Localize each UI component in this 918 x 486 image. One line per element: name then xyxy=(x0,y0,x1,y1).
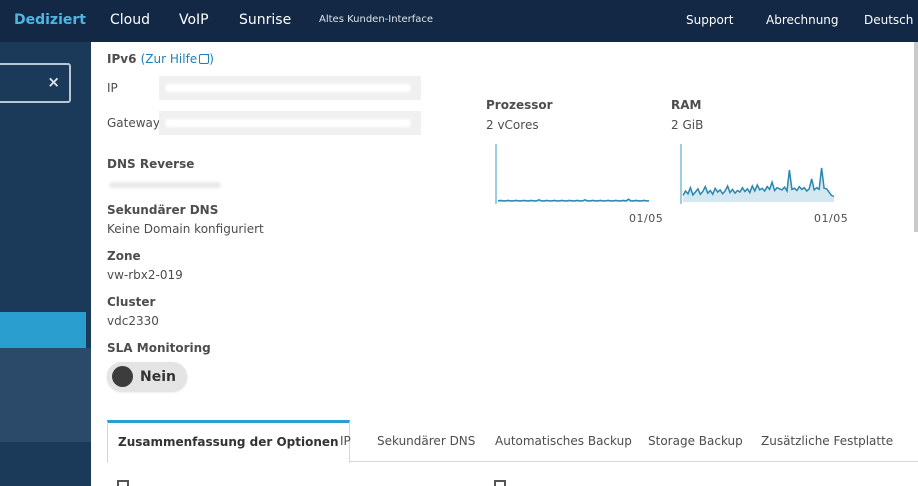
tab-automatic-backup[interactable]: Automatisches Backup xyxy=(495,420,632,461)
processor-value: 2 vCores xyxy=(486,118,539,132)
option-icon xyxy=(117,480,129,486)
redacted-dns-reverse xyxy=(109,182,221,188)
zone-label: Zone xyxy=(107,249,141,263)
processor-title: Prozessor xyxy=(486,98,553,112)
toggle-knob xyxy=(112,366,133,387)
external-link-icon[interactable] xyxy=(199,54,210,64)
secondary-dns-label: Sekundärer DNS xyxy=(107,203,219,217)
sla-monitoring-value: Nein xyxy=(140,369,176,385)
sidebar-item-group[interactable] xyxy=(0,348,91,442)
help-link[interactable]: (Zur Hilfe) xyxy=(141,52,214,66)
sidebar: × xyxy=(0,42,91,486)
sidebar-search-input[interactable]: × xyxy=(0,63,71,103)
ipv6-title: IPv6 xyxy=(107,52,137,66)
option-icon xyxy=(494,480,506,486)
tab-additional-disk[interactable]: Zusätzliche Festplatte xyxy=(761,420,893,461)
zone-value: vw-rbx2-019 xyxy=(107,268,183,282)
redacted-ip xyxy=(165,84,411,92)
processor-chart-date: 01/05 xyxy=(629,212,664,225)
nav-support[interactable]: Support xyxy=(686,0,733,42)
scrollbar[interactable] xyxy=(914,42,918,232)
sidebar-item-active[interactable] xyxy=(0,312,86,348)
processor-chart-line xyxy=(497,198,649,202)
secondary-dns-value: Keine Domain konfiguriert xyxy=(107,222,264,236)
ram-chart-area xyxy=(683,167,834,202)
dns-reverse-label: DNS Reverse xyxy=(107,157,195,171)
nav-voip[interactable]: VoIP xyxy=(179,0,209,42)
ip-label: IP xyxy=(107,81,118,95)
gateway-label: Gateway xyxy=(107,116,161,130)
tab-storage-backup[interactable]: Storage Backup xyxy=(648,420,743,461)
processor-chart xyxy=(495,144,649,204)
clear-icon[interactable]: × xyxy=(47,73,60,91)
redacted-gateway xyxy=(165,119,411,127)
nav-cloud[interactable]: Cloud xyxy=(110,0,150,42)
gateway-value-field xyxy=(159,111,421,135)
tab-options-summary[interactable]: Zusammenfassung der Optionen xyxy=(107,420,350,463)
nav-billing[interactable]: Abrechnung xyxy=(766,0,839,42)
nav-sunrise[interactable]: Sunrise xyxy=(239,0,291,42)
ram-chart-date: 01/05 xyxy=(814,212,849,225)
main-content: IPv6 (Zur Hilfe) IP Gateway DNS Reverse … xyxy=(91,42,918,486)
ip-value-field xyxy=(159,76,421,100)
options-tabs: Zusammenfassung der Optionen IP Sekundär… xyxy=(107,420,918,463)
nav-language[interactable]: Deutsch xyxy=(864,0,913,42)
help-link-label[interactable]: (Zur Hilfe xyxy=(141,52,198,66)
ram-title: RAM xyxy=(671,98,702,112)
tab-secondary-dns[interactable]: Sekundärer DNS xyxy=(377,420,475,461)
ipv6-heading: IPv6 (Zur Hilfe) xyxy=(107,52,214,66)
ram-value: 2 GiB xyxy=(671,118,704,132)
cluster-value: vdc2330 xyxy=(107,314,159,328)
tab-ip[interactable]: IP xyxy=(340,420,351,461)
ram-chart xyxy=(680,144,835,204)
nav-dediziert[interactable]: Dediziert xyxy=(14,0,86,42)
top-navigation: Dediziert Cloud VoIP Sunrise Altes Kunde… xyxy=(0,0,918,42)
cluster-label: Cluster xyxy=(107,295,156,309)
nav-legacy-interface[interactable]: Altes Kunden-Interface xyxy=(319,0,433,42)
sla-monitoring-label: SLA Monitoring xyxy=(107,341,211,355)
sla-monitoring-toggle[interactable]: Nein xyxy=(107,362,187,391)
